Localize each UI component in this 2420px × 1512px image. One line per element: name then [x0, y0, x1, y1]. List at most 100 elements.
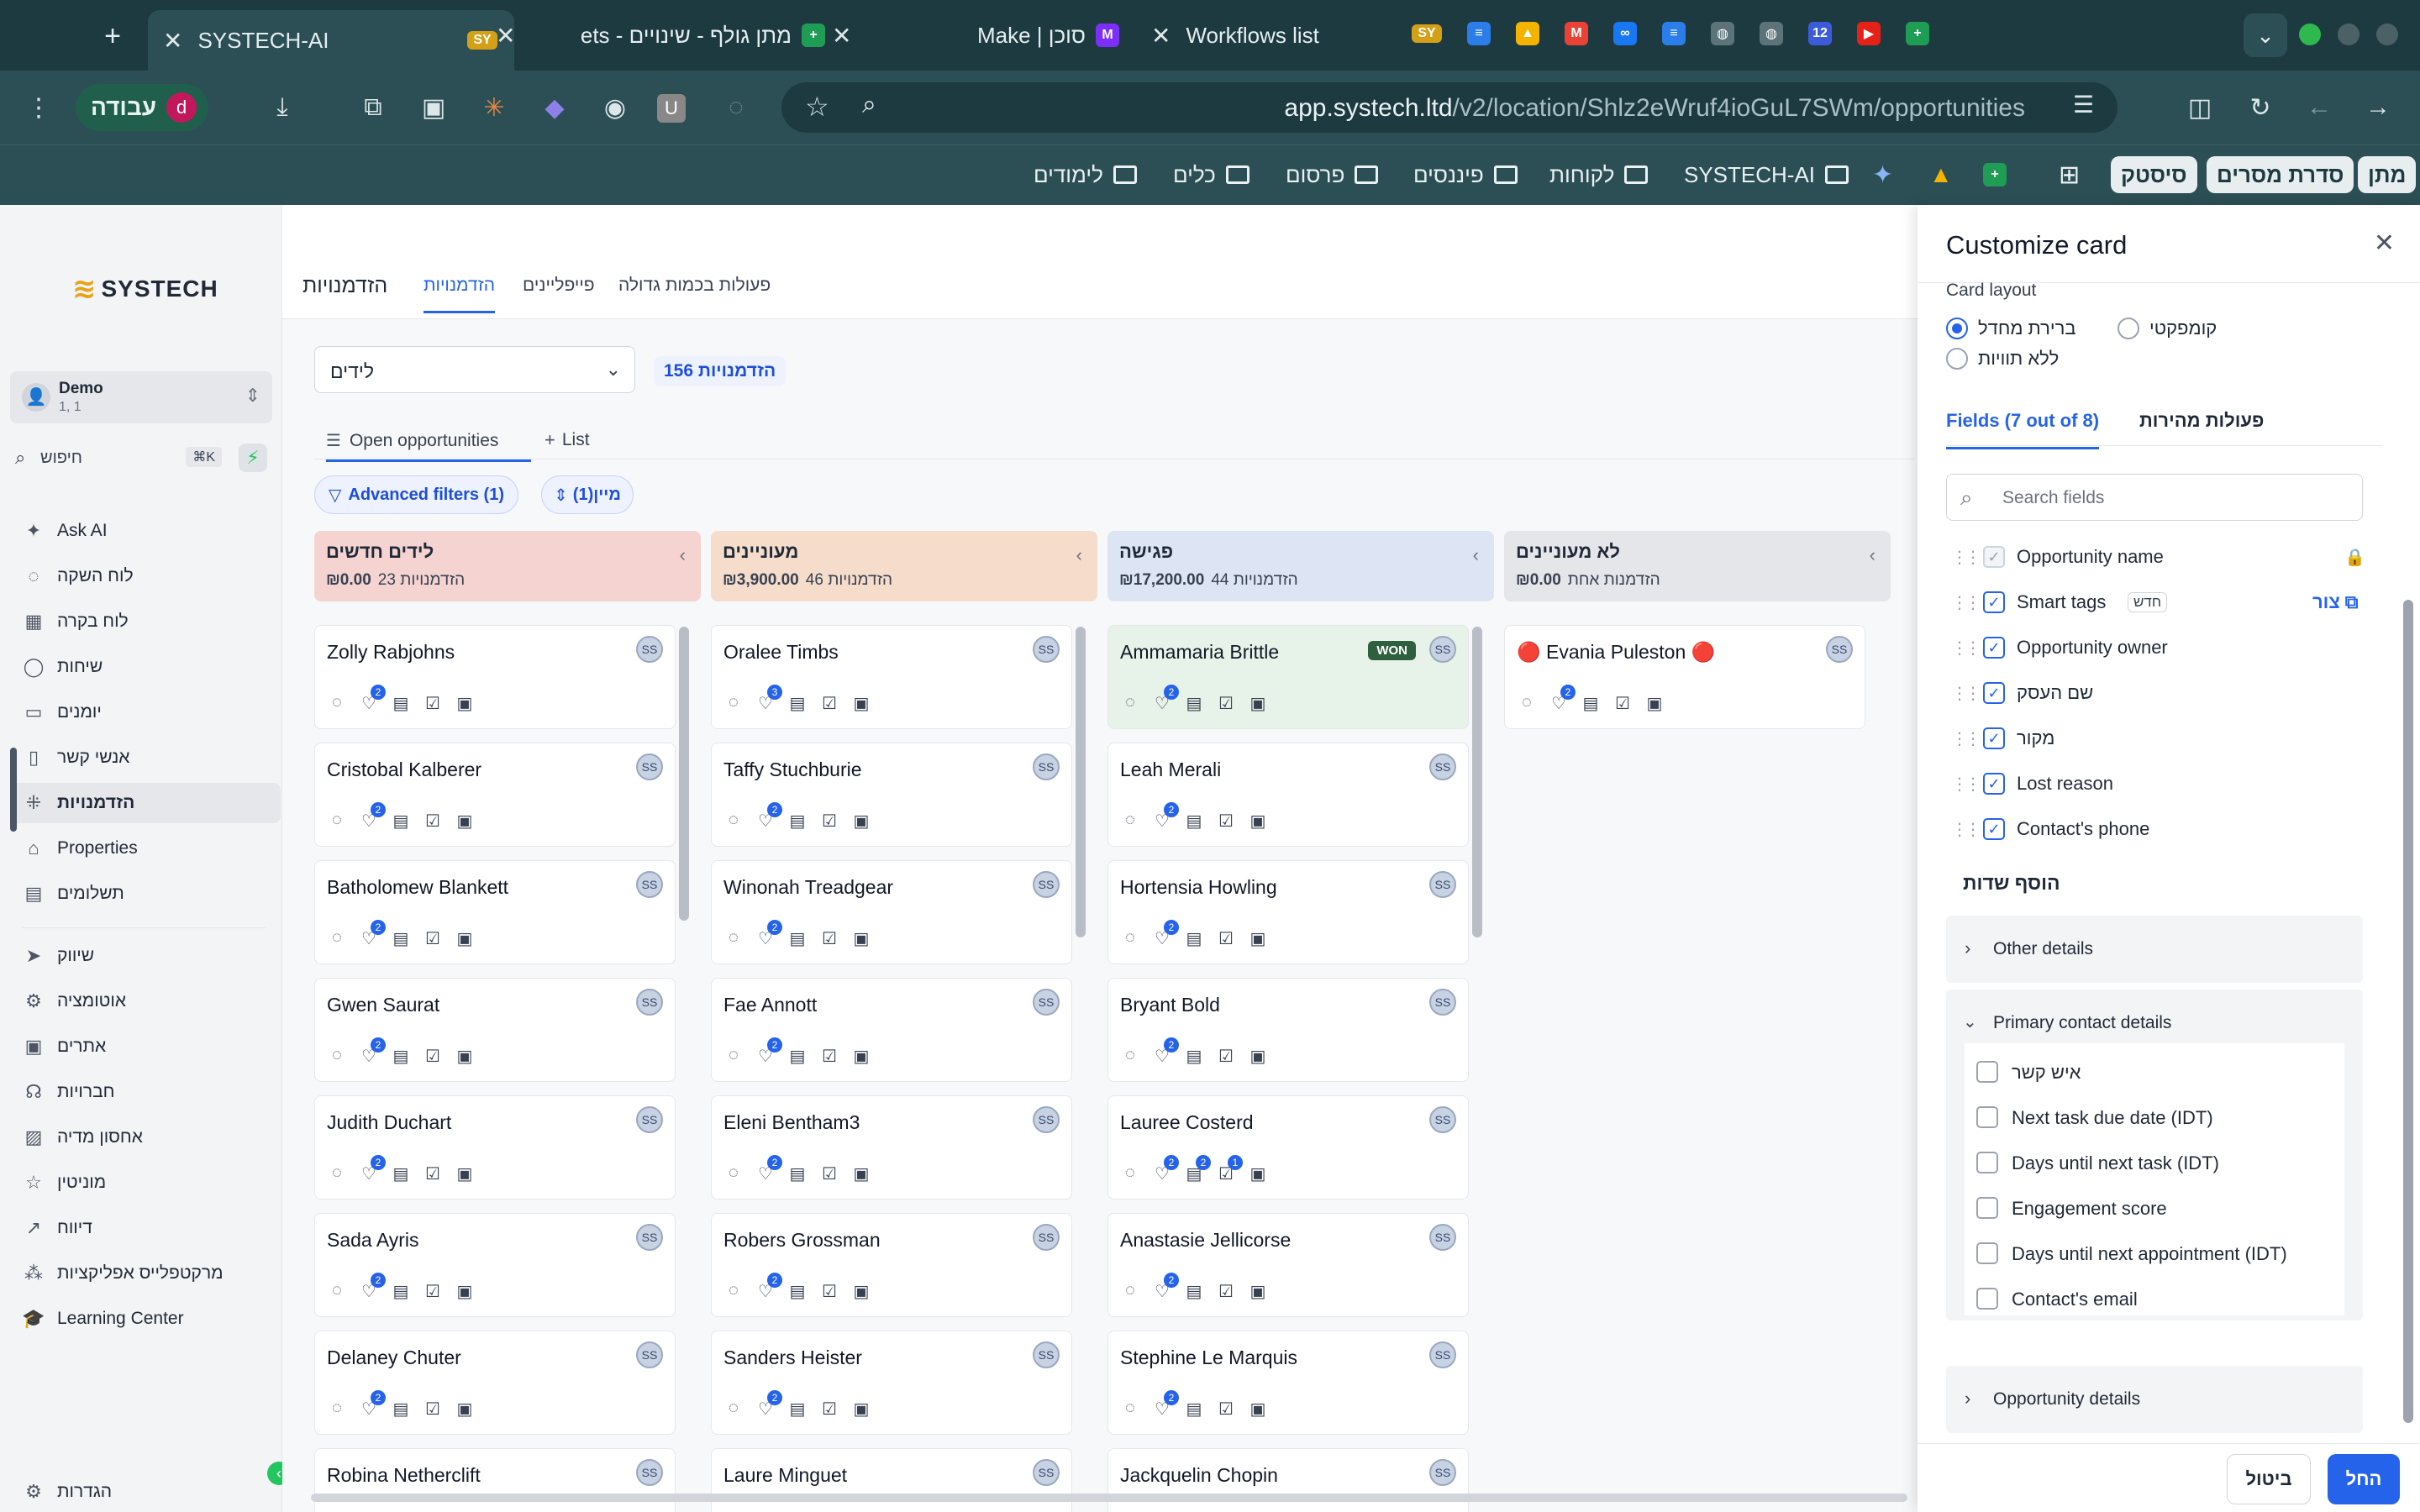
owner-avatar[interactable]: SS [1429, 871, 1456, 898]
chat-icon[interactable]: ◌ [1517, 693, 1537, 713]
group-other-details[interactable]: › Other details [1946, 916, 2363, 983]
note-icon[interactable]: ▤ [787, 1163, 808, 1184]
field-checkbox[interactable]: ✓ [1983, 637, 2005, 659]
task-icon[interactable]: ☑ [819, 1281, 839, 1301]
opportunity-card[interactable]: Delaney Chuter SS ◌ ♡ 2 ▤ ☑ ▣ [314, 1331, 676, 1435]
opportunity-card[interactable]: Taffy Stuchburie SS ◌ ♡ 2 ▤ ☑ ▣ [711, 743, 1072, 847]
bookmark-pill[interactable]: סיסטק [2111, 156, 2197, 193]
site-settings-icon[interactable]: ☰ [2073, 91, 2094, 118]
chat-icon[interactable]: ◌ [1120, 928, 1140, 948]
view-tab-open-opportunities[interactable]: ☰ Open opportunities [326, 422, 531, 462]
chat-icon[interactable]: ◌ [723, 811, 744, 831]
layout-option-default[interactable]: ברירת מחדל [1946, 318, 2075, 339]
selected-field-row[interactable]: ⋮⋮ ✓ Smart tags חדש צור ⧉ [1918, 580, 2388, 625]
tag-icon[interactable]: ♡ 2 [1152, 802, 1179, 831]
bookmark-folder[interactable]: SYSTECH-AI [1684, 156, 1849, 193]
radio[interactable] [1946, 348, 1968, 370]
note-icon[interactable]: ▤ [787, 693, 808, 713]
group-opportunity-details[interactable]: › Opportunity details [1946, 1366, 2363, 1433]
chat-icon[interactable]: ◌ [327, 928, 347, 948]
chat-icon[interactable]: ◌ [723, 693, 744, 713]
appointment-icon[interactable]: ▣ [1248, 1281, 1268, 1301]
owner-avatar[interactable]: SS [636, 1106, 663, 1133]
opportunity-card[interactable]: Laure Minguet SS [711, 1448, 1072, 1512]
task-icon[interactable]: ☑ [423, 928, 443, 948]
owner-avatar[interactable]: SS [636, 871, 663, 898]
appointment-icon[interactable]: ▣ [455, 693, 475, 713]
gmail-icon[interactable]: M [1565, 22, 1588, 45]
owner-avatar[interactable]: SS [1033, 871, 1060, 898]
appointment-icon[interactable]: ▣ [1248, 693, 1268, 713]
nav-ask-ai[interactable]: ✦ Ask AI [22, 511, 274, 551]
tag-icon[interactable]: ♡ 2 [755, 1155, 782, 1184]
opportunity-card[interactable]: Batholomew Blankett SS ◌ ♡ 2 ▤ ☑ ▣ [314, 860, 676, 964]
zoom-icon[interactable]: ⌕ [862, 91, 876, 119]
column-header[interactable]: לידים חדשים ₪0.00 23 הזדמנויות ‹ [314, 531, 701, 601]
chat-icon[interactable]: ◌ [1120, 1281, 1140, 1301]
chat-icon[interactable]: ◌ [723, 1163, 744, 1184]
docs-icon[interactable]: ≡ [1662, 22, 1686, 45]
chat-icon[interactable]: ◌ [1120, 1163, 1140, 1184]
drag-handle-icon[interactable]: ⋮⋮ [1951, 728, 1981, 749]
field-checkbox[interactable]: ✓ [1983, 546, 2005, 568]
nav-automation[interactable]: ⚙ אוטומציה [22, 981, 274, 1021]
claude-icon[interactable]: ✳ [476, 89, 513, 126]
nav-learning-center[interactable]: 🎓 Learning Center [22, 1299, 274, 1339]
nav-app-marketplace[interactable]: ⁂ מרקטפלייס אפליקציות [22, 1253, 274, 1294]
opportunity-card[interactable]: Cristobal Kalberer SS ◌ ♡ 2 ▤ ☑ ▣ [314, 743, 676, 847]
chat-icon[interactable]: ◌ [723, 928, 744, 948]
close-icon[interactable]: ✕ [163, 27, 182, 55]
note-icon[interactable]: ▤ [1581, 693, 1601, 713]
note-icon[interactable]: ▤ [787, 1046, 808, 1066]
tab-sheets[interactable]: ✕ מתן גולף - שינויים - ets + [481, 12, 834, 59]
chat-icon[interactable]: ◌ [327, 1046, 347, 1066]
nav-reporting[interactable]: ↗ דיווח [22, 1208, 274, 1248]
sheets-favicon[interactable]: + [1983, 156, 2007, 193]
chat-icon[interactable]: ◌ [723, 1046, 744, 1066]
note-icon[interactable]: ▤ [1184, 811, 1204, 831]
radio[interactable] [2118, 318, 2139, 339]
layout-option-compact[interactable]: קומפקטי [2118, 318, 2217, 339]
field-checkbox[interactable]: ✓ [1983, 591, 2005, 613]
owner-avatar[interactable]: SS [636, 989, 663, 1016]
collapse-column-icon[interactable]: ‹ [1870, 544, 1876, 566]
globe-icon[interactable]: ◍ [1711, 22, 1734, 45]
appointment-icon[interactable]: ▣ [1248, 1399, 1268, 1419]
field-checkbox[interactable]: ✓ [1983, 818, 2005, 840]
task-icon[interactable]: ☑ [819, 693, 839, 713]
opportunity-card[interactable]: Gwen Saurat SS ◌ ♡ 2 ▤ ☑ ▣ [314, 978, 676, 1082]
owner-avatar[interactable]: SS [1033, 1106, 1060, 1133]
opportunity-card[interactable]: Winonah Treadgear SS ◌ ♡ 2 ▤ ☑ ▣ [711, 860, 1072, 964]
tag-icon[interactable]: ♡ 2 [359, 802, 386, 831]
task-icon[interactable]: ☑ [1612, 693, 1633, 713]
window-maximize-dot[interactable] [2299, 24, 2321, 45]
extension-icon[interactable]: U [657, 94, 686, 123]
bookmark-pill[interactable]: מתן [2358, 156, 2417, 193]
collapse-column-icon[interactable]: ‹ [1473, 544, 1479, 566]
selected-field-row[interactable]: ⋮⋮ ✓ מקור [1918, 716, 2388, 761]
note-icon[interactable]: ▤ [391, 928, 411, 948]
tag-icon[interactable]: ♡ 2 [1152, 1155, 1179, 1184]
column-scrollbar[interactable] [679, 627, 689, 921]
appointment-icon[interactable]: ▣ [851, 1281, 871, 1301]
search-box[interactable]: ⌕ חיפוש ⌘K [10, 440, 227, 477]
apply-button[interactable]: החל [2328, 1454, 2400, 1504]
opportunity-card[interactable]: Lauree Costerd SS ◌ ♡ 2 ▤ 2 ☑ 1 ▣ [1107, 1095, 1469, 1200]
chat-icon[interactable]: ◌ [1120, 1046, 1140, 1066]
task-icon[interactable]: ☑ [1216, 1399, 1236, 1419]
chat-icon[interactable]: ◌ [327, 1163, 347, 1184]
reload-icon[interactable]: ↻ [2242, 89, 2279, 126]
split-view-icon[interactable]: ◫ [2181, 89, 2218, 126]
task-icon[interactable]: ☑ [819, 1046, 839, 1066]
layout-option-no-labels[interactable]: ללא תוויות [1946, 348, 2059, 370]
nav-contacts[interactable]: ▯ אנשי קשר [22, 738, 274, 778]
window-minimize-dot[interactable] [2338, 24, 2360, 45]
search-fields-input[interactable]: ⌕ Search fields [1946, 474, 2363, 521]
nav-marketing[interactable]: ➤ שיווק [22, 936, 274, 976]
window-close-dot[interactable] [2376, 24, 2398, 45]
field-checkbox[interactable] [1976, 1288, 1998, 1310]
sheets-favicon[interactable]: + [1906, 22, 1929, 45]
gemini-icon[interactable]: ✦ [1872, 156, 1893, 193]
task-icon[interactable]: ☑ [1216, 693, 1236, 713]
bookmark-folder[interactable]: לקוחות [1549, 156, 1649, 193]
